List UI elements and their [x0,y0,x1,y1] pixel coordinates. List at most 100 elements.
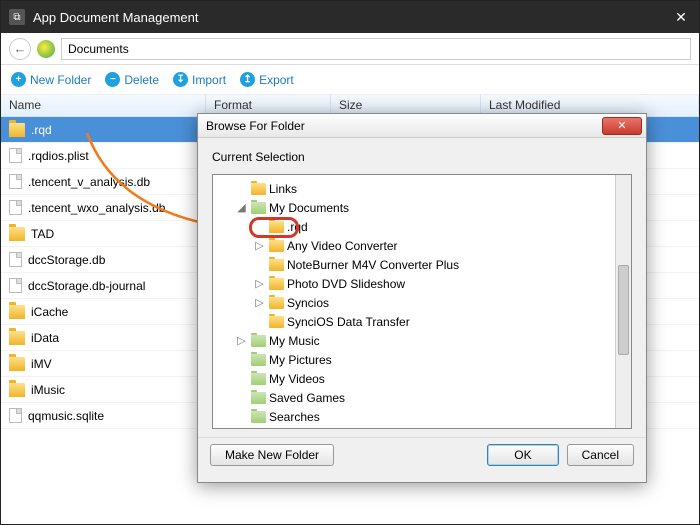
tree-row[interactable]: NoteBurner M4V Converter Plus [213,255,631,274]
tree-item-label: Any Video Converter [287,239,398,253]
tree-row[interactable]: ◢ My Documents [213,198,631,217]
tree-item-label: .rqd [287,220,308,234]
folder-icon [251,183,266,195]
tree-item-label: My Pictures [269,353,332,367]
file-name: iData [31,331,59,345]
folder-icon [269,221,284,233]
folder-icon [269,240,284,252]
dialog-close-button[interactable]: ✕ [602,117,642,135]
file-name: .tencent_wxo_analysis.db [28,201,165,215]
tree-item-label: My Videos [269,372,325,386]
dialog-button-bar: Make New Folder OK Cancel [198,437,646,471]
tree-item-label: Links [269,182,297,196]
tree-expander-icon[interactable]: ▷ [253,239,266,252]
tree-row[interactable]: My Videos [213,369,631,388]
toolbar: + New Folder − Delete ↧ Import ↥ Export [1,65,699,95]
tree-row[interactable]: ▷ Photo DVD Slideshow [213,274,631,293]
tree-expander-icon[interactable]: ▷ [253,277,266,290]
tree-item-label: Photo DVD Slideshow [287,277,405,291]
file-name: dccStorage.db [28,253,105,267]
tree-row[interactable]: Links [213,179,631,198]
cancel-button[interactable]: Cancel [567,444,634,466]
import-button[interactable]: ↧ Import [173,72,226,87]
col-name[interactable]: Name [1,95,206,116]
file-name: .rqdios.plist [28,149,89,163]
folder-icon [251,202,266,214]
window-close-button[interactable]: ✕ [671,9,691,26]
ok-button[interactable]: OK [487,444,558,466]
tree-expander-icon[interactable]: ▷ [253,296,266,309]
file-name: iCache [31,305,68,319]
tree-row[interactable]: ▷ Any Video Converter [213,236,631,255]
delete-label: Delete [124,73,159,87]
folder-icon [251,411,266,423]
export-button[interactable]: ↥ Export [240,72,294,87]
path-input[interactable] [61,38,691,60]
tree-row[interactable]: Saved Games [213,388,631,407]
tree-scrollbar-thumb[interactable] [618,265,629,355]
folder-icon [269,316,284,328]
window-titlebar: ⧉ App Document Management ✕ [1,1,699,33]
export-label: Export [259,73,294,87]
file-icon [9,148,22,163]
folder-tree[interactable]: Links ◢ My Documents .rqd ▷ Any Video Convert… [212,174,632,429]
tree-row[interactable]: .rqd [213,217,631,236]
dialog-title: Browse For Folder [206,119,602,133]
file-icon [9,174,22,189]
folder-icon [269,278,284,290]
tree-item-label: My Music [269,334,320,348]
tree-item-label: NoteBurner M4V Converter Plus [287,258,459,272]
file-icon [9,200,22,215]
back-button[interactable]: ← [9,38,31,60]
import-label: Import [192,73,226,87]
tree-row[interactable]: My Pictures [213,350,631,369]
folder-icon [251,335,266,347]
file-name: qqmusic.sqlite [28,409,104,423]
file-name: .tencent_v_analysis.db [28,175,150,189]
folder-icon [9,227,25,241]
file-icon [9,408,22,423]
new-folder-icon: + [11,72,26,87]
delete-icon: − [105,72,120,87]
new-folder-button[interactable]: + New Folder [11,72,91,87]
make-new-folder-button[interactable]: Make New Folder [210,444,334,466]
tree-item-label: My Documents [269,201,349,215]
file-name: dccStorage.db-journal [28,279,145,293]
dialog-label: Current Selection [212,150,632,164]
file-name: iMV [31,357,52,371]
dialog-titlebar: Browse For Folder ✕ [198,114,646,138]
folder-icon [251,354,266,366]
tree-item-label: Syncios [287,296,329,310]
import-icon: ↧ [173,72,188,87]
folder-icon [9,357,25,371]
folder-icon [269,297,284,309]
folder-icon [9,331,25,345]
new-folder-label: New Folder [30,73,91,87]
tree-expander-icon[interactable]: ▷ [235,334,248,347]
file-icon [9,252,22,267]
file-name: TAD [31,227,54,241]
app-icon: ⧉ [9,9,25,25]
tree-expander-icon[interactable]: ◢ [235,201,248,214]
folder-icon [251,373,266,385]
folder-icon [9,383,25,397]
file-name: iMusic [31,383,65,397]
tree-row[interactable]: Searches [213,407,631,426]
tree-item-label: Saved Games [269,391,345,405]
tree-scrollbar[interactable] [615,175,631,428]
tree-row[interactable]: SynciOS Data Transfer [213,312,631,331]
path-bar: ← [1,33,699,65]
tree-item-label: SynciOS Data Transfer [287,315,410,329]
browse-folder-dialog: Browse For Folder ✕ Current Selection Li… [197,113,647,483]
file-name: .rqd [31,123,52,137]
delete-button[interactable]: − Delete [105,72,159,87]
tree-row[interactable]: ▷ Syncios [213,293,631,312]
window-title: App Document Management [33,10,671,25]
file-icon [9,278,22,293]
folder-icon [269,259,284,271]
folder-icon [9,305,25,319]
export-icon: ↥ [240,72,255,87]
tree-row[interactable]: ▷ My Music [213,331,631,350]
tree-item-label: Searches [269,410,320,424]
folder-icon [9,123,25,137]
